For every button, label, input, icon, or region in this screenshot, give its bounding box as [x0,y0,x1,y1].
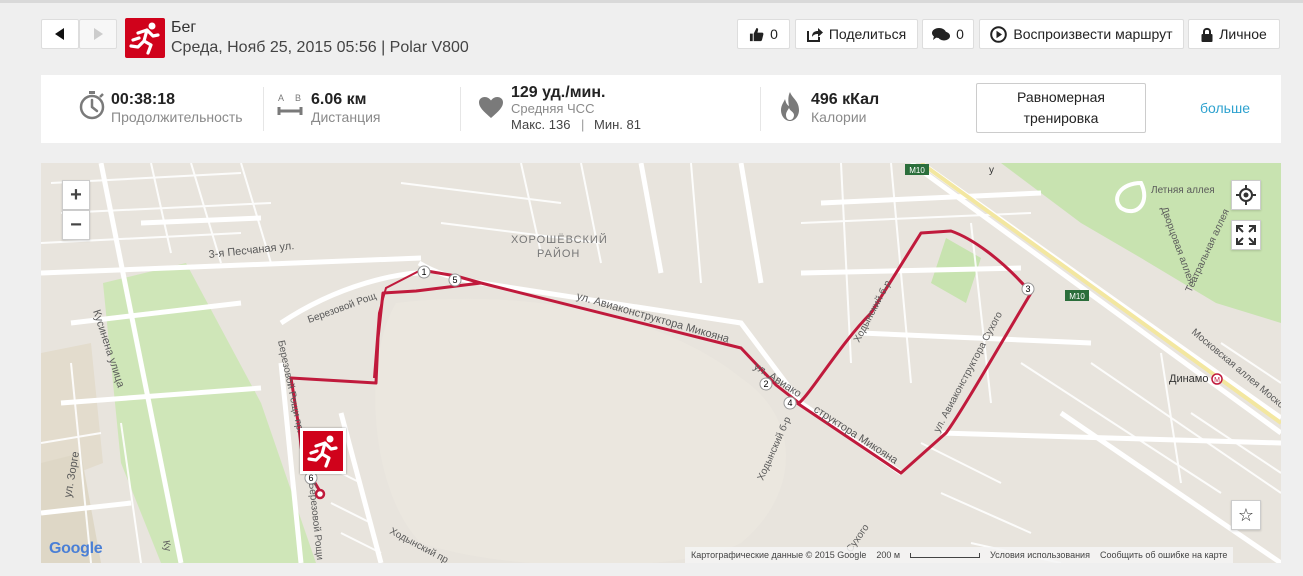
scale-label: 200 м [876,550,901,560]
favorite-button[interactable]: ☆ [1231,500,1261,530]
zoom-in-button[interactable]: + [62,180,90,210]
session-subtitle: Среда, Нояб 25, 2015 05:56 | Polar V800 [171,39,469,56]
running-icon [307,435,338,468]
crosshair-icon [1236,185,1256,205]
duration-label: Продолжительность [111,109,243,125]
thumbs-up-icon [750,27,764,41]
map-data-credit: Картографические данные © 2015 Google [691,550,867,560]
distance-value: 6.06 км [311,91,367,108]
distance-icon-letter-b: B [295,93,302,103]
top-border [0,0,1303,3]
svg-text:Динамо: Динамо [1169,373,1208,385]
svg-text:Березовой Рощи пр.: Березовой Рощи пр. [275,339,305,434]
share-icon [806,27,823,42]
calories-label: Калории [811,109,867,125]
distance-icon: A B [277,93,303,119]
plus-icon: + [70,183,82,206]
svg-text:5: 5 [452,275,457,285]
divider [760,87,761,131]
expand-icon [1236,225,1256,245]
svg-text:1: 1 [421,267,426,277]
route-marker-1: 1 [417,265,431,279]
svg-text:Березовой Рощ: Березовой Рощ [306,291,378,326]
svg-text:Ку: Ку [160,540,173,553]
locate-button[interactable] [1231,180,1261,210]
distance-label: Дистанция [311,109,381,125]
running-start-marker[interactable] [300,428,346,474]
svg-text:M10: M10 [1069,292,1085,301]
forward-button[interactable] [79,19,117,49]
heart-rate-max: Макс. 136 [511,117,571,132]
heart-rate-label: Средняя ЧСС [511,101,595,116]
more-link[interactable]: больше [1200,100,1250,116]
svg-text:4: 4 [787,398,792,408]
report-error-link[interactable]: Сообщить об ошибке на карте [1100,550,1227,560]
heart-rate-value: 129 уд./мин. [511,84,606,101]
svg-text:ул. Авиаконструктора Сухого: ул. Авиаконструктора Сухого [932,310,1005,435]
svg-text:3: 3 [1025,284,1030,294]
flame-icon [781,92,799,121]
map-canvas: 1 5 2 4 3 6 ХОРОШЁВСКИЙ РАЙОН 3-я Песчан… [41,163,1281,563]
route-marker-5: 5 [448,273,462,287]
road-sign-m10: M10 [905,164,929,175]
heart-rate-min: Мин. 81 [594,117,641,132]
training-type-line2: тренировка [1023,110,1099,126]
map-attribution: Картографические данные © 2015 Google 20… [685,547,1234,563]
svg-text:Летняя аллея: Летняя аллея [1151,185,1215,196]
distance-icon-letter-a: A [278,93,285,103]
minus-icon: − [70,213,82,236]
distance-icon-bar [277,107,303,115]
duration-value: 00:38:18 [111,91,176,108]
calories-value: 496 кКал [811,91,880,108]
privacy-label: Личное [1219,26,1267,42]
route-map[interactable]: 1 5 2 4 3 6 ХОРОШЁВСКИЙ РАЙОН 3-я Песчан… [41,163,1281,563]
like-count: 0 [770,26,778,42]
stopwatch-icon [79,91,105,120]
road-sign-m10: M10 [1065,290,1089,301]
chevron-left-icon [55,28,64,40]
divider [263,87,264,131]
training-type-line1: Равномерная [1017,89,1105,105]
svg-text:M: M [1214,377,1220,384]
like-button[interactable]: 0 [737,19,790,49]
comments-icon [932,27,951,40]
star-icon: ☆ [1237,504,1255,525]
heart-rate-divider: | [581,117,585,132]
heart-icon [479,97,503,118]
route-marker-4: 4 [783,396,797,410]
svg-text:3-я Песчаная ул.: 3-я Песчаная ул. [208,240,295,261]
terms-link[interactable]: Условия использования [990,550,1090,560]
privacy-button[interactable]: Личное [1188,19,1280,49]
share-label: Поделиться [828,26,907,42]
svg-text:структора Микояна: структора Микояна [811,403,900,467]
share-button[interactable]: Поделиться [795,19,918,49]
google-logo: Google [49,540,103,558]
play-circle-icon [990,25,1008,43]
training-type-button[interactable]: Равномерная тренировка [976,83,1146,133]
stats-panel: 00:38:18 Продолжительность A B 6.06 км Д… [41,75,1281,143]
lock-icon [1201,27,1213,42]
svg-text:M10: M10 [909,166,925,175]
svg-text:РАЙОН: РАЙОН [537,247,580,260]
divider [460,87,461,131]
replay-route-button[interactable]: Воспроизвести маршрут [979,19,1184,49]
svg-text:ХОРОШЁВСКИЙ: ХОРОШЁВСКИЙ [511,233,608,246]
svg-text:у: у [989,165,994,176]
scale-bar [910,552,981,558]
route-marker-3: 3 [1021,282,1035,296]
chevron-right-icon [94,28,103,40]
back-button[interactable] [41,19,79,49]
sport-name: Бег [171,19,197,36]
running-sport-icon [125,18,165,58]
fullscreen-button[interactable] [1231,220,1261,250]
metro-icon: M [1211,373,1223,385]
comments-button[interactable]: 0 [922,19,974,49]
google-logo-text: Google [49,540,103,557]
replay-label: Воспроизвести маршрут [1013,26,1173,42]
comments-count: 0 [956,26,964,42]
training-type-text: Равномерная тренировка [1017,87,1105,129]
zoom-out-button[interactable]: − [62,210,90,240]
